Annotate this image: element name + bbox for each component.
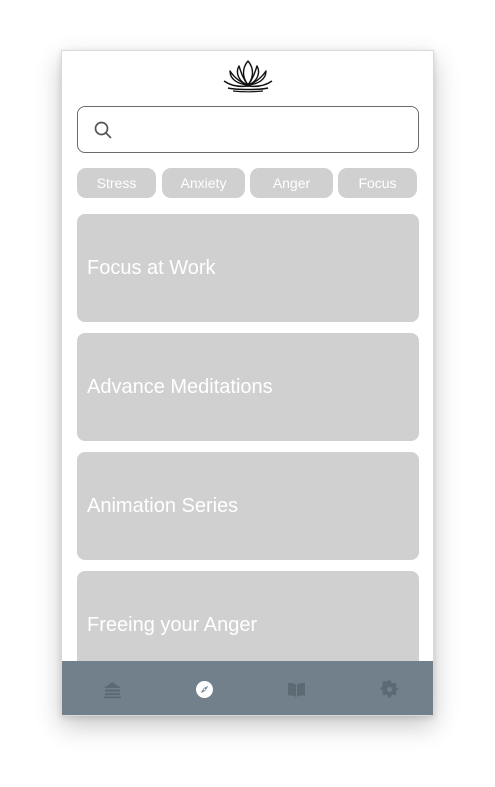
meditation-card[interactable]: Animation Series bbox=[77, 452, 419, 560]
filter-chip-anxiety[interactable]: Anxiety bbox=[162, 168, 245, 198]
search-box[interactable] bbox=[77, 106, 419, 153]
bottom-tab-bar bbox=[62, 661, 433, 715]
meditation-card[interactable]: Advance Meditations bbox=[77, 333, 419, 441]
tab-explore[interactable] bbox=[158, 661, 251, 715]
book-icon bbox=[288, 682, 305, 697]
filter-chip-stress[interactable]: Stress bbox=[77, 168, 156, 198]
search-icon bbox=[94, 121, 112, 139]
search-input[interactable] bbox=[124, 115, 408, 147]
tab-library[interactable] bbox=[250, 661, 343, 715]
tab-settings[interactable] bbox=[343, 661, 433, 715]
tab-home[interactable] bbox=[66, 661, 159, 715]
filter-chip-anger[interactable]: Anger bbox=[250, 168, 333, 198]
lotus-logo-icon bbox=[222, 55, 274, 93]
card-title: Focus at Work bbox=[87, 257, 216, 279]
compass-icon bbox=[196, 681, 213, 698]
card-title: Advance Meditations bbox=[87, 376, 273, 398]
card-title: Animation Series bbox=[87, 495, 239, 517]
filter-chip-focus[interactable]: Focus bbox=[338, 168, 417, 198]
app-screen: Stress Anxiety Anger Focus Focus at Work… bbox=[61, 50, 434, 716]
meditation-card[interactable]: Focus at Work bbox=[77, 214, 419, 322]
home-icon bbox=[104, 682, 121, 699]
gear-icon bbox=[380, 680, 399, 698]
